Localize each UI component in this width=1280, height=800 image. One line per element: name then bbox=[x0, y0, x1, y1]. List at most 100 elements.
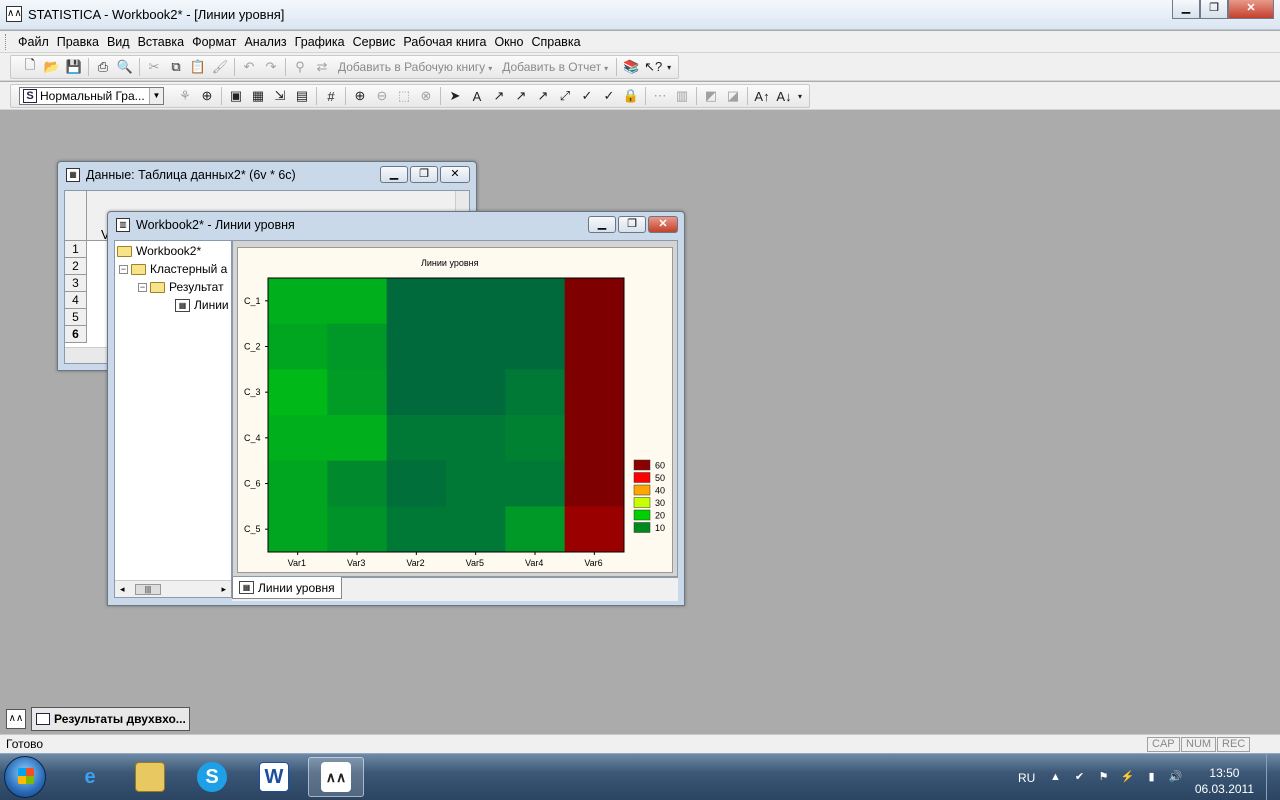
grid-icon[interactable]: # bbox=[320, 86, 342, 106]
row-header[interactable]: 3 bbox=[65, 275, 87, 292]
pointer-icon[interactable]: ➤ bbox=[444, 86, 466, 106]
workbook-window[interactable]: ▥ Workbook2* - Линии уровня ▁ ❐ ✕ Workbo… bbox=[107, 211, 685, 606]
save-icon[interactable]: 💾 bbox=[63, 57, 85, 77]
add-to-report-button[interactable]: Добавить в Отчет ▾ bbox=[497, 60, 613, 74]
add-to-workbook-button[interactable]: Добавить в Рабочую книгу ▾ bbox=[333, 60, 497, 74]
menu-help[interactable]: Справка bbox=[527, 34, 584, 50]
volume-icon[interactable]: 🔊 bbox=[1168, 770, 1183, 785]
data-restore-button[interactable]: ❐ bbox=[410, 166, 438, 183]
graph-options-icon[interactable]: ▣ bbox=[225, 86, 247, 106]
tree-item-cluster[interactable]: − Кластерный а bbox=[119, 261, 227, 278]
row-header[interactable]: 6 bbox=[65, 326, 87, 343]
menu-insert[interactable]: Вставка bbox=[134, 34, 188, 50]
paste-icon[interactable]: 📋 bbox=[187, 57, 209, 77]
graph-fit-icon[interactable]: ▤ bbox=[291, 86, 313, 106]
scroll-right-icon[interactable]: ▸ bbox=[221, 584, 226, 595]
style-combo[interactable]: S Нормальный Гра... ▼ bbox=[19, 87, 164, 105]
undo-icon[interactable]: ↶ bbox=[238, 57, 260, 77]
close-button[interactable]: ✕ bbox=[1228, 0, 1274, 19]
replace-icon[interactable]: ⇄ bbox=[311, 57, 333, 77]
format-painter-icon[interactable]: 🖌 bbox=[209, 57, 231, 77]
font-shrink-icon[interactable]: A↓ bbox=[773, 86, 795, 106]
tree-item-graph[interactable]: ▦ Линии bbox=[175, 297, 229, 314]
toolbar-options-icon[interactable]: ▾ bbox=[664, 57, 674, 77]
workbook-minimize-button[interactable]: ▁ bbox=[588, 216, 616, 233]
antivirus-icon[interactable]: ✔ bbox=[1072, 770, 1087, 785]
menu-workbook[interactable]: Рабочая книга bbox=[399, 34, 490, 50]
zoom-area-icon[interactable]: ⬚ bbox=[393, 86, 415, 106]
new-file-icon[interactable]: 🗋 bbox=[19, 57, 41, 77]
collapse-icon[interactable]: − bbox=[138, 283, 147, 292]
draw-arrow-icon[interactable]: ⤢ bbox=[554, 86, 576, 106]
copy-icon[interactable]: ⧉ bbox=[165, 57, 187, 77]
graph-pane[interactable]: Линии уровня C_1 C_2 C_3 C_4 C_6 C_5 Var1 Var3 Va… bbox=[232, 240, 678, 577]
draw-box-icon[interactable]: ↗ bbox=[510, 86, 532, 106]
minimized-window-results[interactable]: Результаты двухвхо... bbox=[31, 707, 190, 731]
graph-data-icon[interactable]: ▦ bbox=[247, 86, 269, 106]
tree-item-results[interactable]: − Результат bbox=[138, 279, 224, 296]
minimize-button[interactable]: ▁ bbox=[1172, 0, 1200, 19]
align-icon[interactable]: ⋯ bbox=[649, 86, 671, 106]
print-preview-icon[interactable]: 🔍 bbox=[114, 57, 136, 77]
cut-icon[interactable]: ✂ bbox=[143, 57, 165, 77]
row-header[interactable]: 5 bbox=[65, 309, 87, 326]
menu-format[interactable]: Формат bbox=[188, 34, 240, 50]
contour-chart[interactable]: Линии уровня C_1 C_2 C_3 C_4 C_6 C_5 Var1 Var3 Va… bbox=[238, 248, 674, 574]
language-indicator[interactable]: RU bbox=[1018, 771, 1035, 785]
draw-ellipse-icon[interactable]: ↗ bbox=[532, 86, 554, 106]
taskbar-explorer[interactable] bbox=[122, 757, 178, 797]
data-minimize-button[interactable]: ▁ bbox=[380, 166, 408, 183]
menu-graphs[interactable]: Графика bbox=[291, 34, 349, 50]
taskbar-statistica[interactable]: ∧∧ bbox=[308, 757, 364, 797]
taskbar-word[interactable]: W bbox=[246, 757, 302, 797]
scroll-thumb[interactable]: ||| bbox=[135, 584, 161, 595]
bring-front-icon[interactable]: ◩ bbox=[700, 86, 722, 106]
statistica-app-icon[interactable]: ∧∧ bbox=[6, 6, 22, 22]
workbook-tree[interactable]: Workbook2* − Кластерный а − Результат ▦ … bbox=[114, 240, 232, 598]
data-close-button[interactable]: ✕ bbox=[440, 166, 470, 183]
print-icon[interactable]: ⎙ bbox=[92, 57, 114, 77]
menu-tools[interactable]: Сервис bbox=[349, 34, 400, 50]
workbook-restore-button[interactable]: ❐ bbox=[618, 216, 646, 233]
zoom-out-icon[interactable]: ⊖ bbox=[371, 86, 393, 106]
draw-line-icon[interactable]: ↗ bbox=[488, 86, 510, 106]
menu-grip[interactable] bbox=[5, 34, 8, 50]
row-header[interactable]: 1 bbox=[65, 241, 87, 258]
row-header[interactable]: 2 bbox=[65, 258, 87, 275]
taskbar-skype[interactable]: S bbox=[184, 757, 240, 797]
action-center-icon[interactable]: ⚑ bbox=[1096, 770, 1111, 785]
graph-frame[interactable]: Линии уровня C_1 C_2 C_3 C_4 C_6 C_5 Var1 Var3 Va… bbox=[237, 247, 673, 573]
restore-button[interactable]: ❐ bbox=[1200, 0, 1228, 19]
draw-freehand-icon[interactable]: ✓ bbox=[598, 86, 620, 106]
taskbar-internet-explorer[interactable]: e bbox=[62, 757, 118, 797]
workbook-window-titlebar[interactable]: ▥ Workbook2* - Линии уровня ▁ ❐ ✕ bbox=[108, 212, 684, 238]
menu-window[interactable]: Окно bbox=[490, 34, 527, 50]
scroll-left-icon[interactable]: ◂ bbox=[120, 584, 125, 595]
menu-file[interactable]: Файл bbox=[14, 34, 53, 50]
text-tool-icon[interactable]: A bbox=[466, 86, 488, 106]
tree-horizontal-scrollbar[interactable]: ◂ ||| ▸ bbox=[115, 580, 231, 597]
tree-item-workbook[interactable]: Workbook2* bbox=[117, 243, 201, 260]
start-button[interactable] bbox=[4, 756, 46, 798]
network-icon[interactable]: ▮ bbox=[1144, 770, 1159, 785]
show-desktop-button[interactable] bbox=[1266, 754, 1280, 800]
power-icon[interactable]: ⚡ bbox=[1120, 770, 1135, 785]
font-grow-icon[interactable]: A↑ bbox=[751, 86, 773, 106]
menu-analysis[interactable]: Анализ bbox=[240, 34, 290, 50]
tray-expand-icon[interactable]: ▲ bbox=[1048, 770, 1063, 785]
zoom-in-icon[interactable]: ⊕ bbox=[349, 86, 371, 106]
zoom-reset-icon[interactable]: ⊗ bbox=[415, 86, 437, 106]
statistica-small-icon[interactable]: ∧∧ bbox=[6, 709, 26, 729]
row-header[interactable]: 4 bbox=[65, 292, 87, 309]
lock-icon[interactable]: 🔒 bbox=[620, 86, 642, 106]
toolbar-options-icon[interactable]: ▾ bbox=[795, 86, 805, 106]
books-icon[interactable]: 📚 bbox=[620, 57, 642, 77]
zoom-graph-icon[interactable]: ⊕ bbox=[196, 86, 218, 106]
workbook-close-button[interactable]: ✕ bbox=[648, 216, 678, 233]
menu-edit[interactable]: Правка bbox=[53, 34, 103, 50]
menu-view[interactable]: Вид bbox=[103, 34, 134, 50]
distribute-icon[interactable]: ▥ bbox=[671, 86, 693, 106]
graph-edit-icon[interactable]: ⇲ bbox=[269, 86, 291, 106]
find-icon[interactable]: ⚲ bbox=[289, 57, 311, 77]
grid-corner[interactable] bbox=[65, 191, 87, 241]
